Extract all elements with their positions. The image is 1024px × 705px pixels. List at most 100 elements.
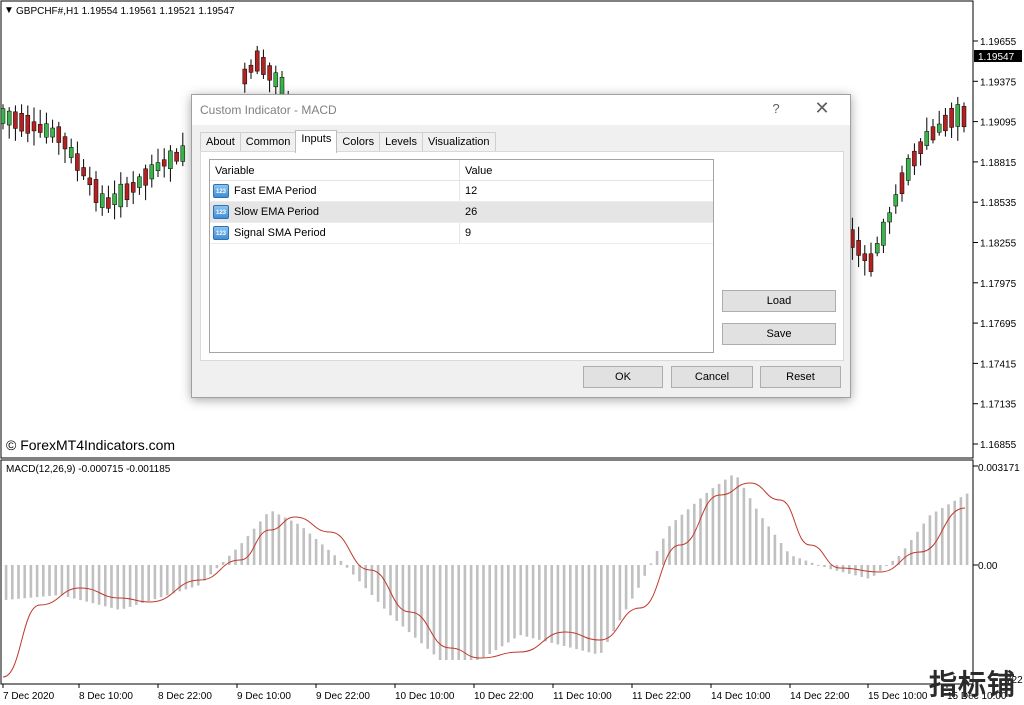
candle-body [99,193,105,208]
value-cell[interactable]: 12 [460,185,713,197]
macd-histogram-bar [879,565,882,571]
macd-histogram-bar [854,565,857,576]
macd-histogram-bar [314,539,318,565]
candle-body [75,153,80,171]
time-axis: 7 Dec 2020 8 Dec 10:00 8 Dec 22:00 9 Dec 10… [2,684,1007,702]
macd-histogram-bar [550,565,553,643]
column-header-value[interactable]: Value [460,160,713,180]
macd-histogram-bar [11,565,14,600]
variable-cell: 123 Fast EMA Period [210,181,460,201]
macd-histogram-bar [445,565,448,660]
macd-histogram-bar [798,558,801,565]
macd-histogram-bar [717,483,721,565]
macd-histogram-bar [779,543,783,565]
candle-body [93,179,99,203]
price-axis-label: 1.18535 [980,198,1017,209]
macd-histogram-bar [228,555,231,565]
macd-histogram-bar [519,565,522,636]
table-row[interactable]: 123 Fast EMA Period 12 [210,181,713,202]
macd-histogram-bar [370,565,374,595]
macd-histogram-bar [395,565,398,621]
candle-body [6,110,12,126]
candle-body [930,126,936,141]
macd-histogram-bar [290,520,293,565]
dialog-titlebar[interactable]: Custom Indicator - MACD ? ✕ [192,95,850,125]
chart-header-arrow: ▼ [4,5,14,16]
time-axis-label: 11 Dec 10:00 [553,691,612,702]
macd-histogram-bar [482,565,485,658]
inputs-panel: Variable Value 123 Fast EMA Period 12 12… [200,151,844,361]
tab-about[interactable]: About [200,132,241,153]
macd-histogram-bar [23,565,26,599]
macd-histogram-bar [4,565,8,600]
candle-body [180,145,186,162]
candle-body [124,183,130,201]
load-button[interactable]: Load [722,290,836,312]
macd-histogram-bar [538,565,541,640]
candle-body [174,151,179,162]
current-price-label: 1.19547 [978,52,1015,63]
macd-histogram-bar [593,565,597,654]
save-button[interactable]: Save [722,323,836,345]
reset-button[interactable]: Reset [760,366,841,388]
macd-histogram-bar [197,565,200,586]
candle-body [912,150,917,167]
macd-histogram-bar [562,565,566,646]
column-header-variable[interactable]: Variable [210,160,460,180]
macd-histogram-bar [891,560,894,565]
macd-histogram [4,475,969,660]
macd-histogram-bar [965,493,969,565]
variable-cell: 123 Signal SMA Period [210,223,460,243]
macd-histogram-bar [841,565,845,573]
macd-histogram-bar [420,565,423,644]
ok-button[interactable]: OK [583,366,663,388]
table-row[interactable]: 123 Slow EMA Period 26 [210,202,713,223]
macd-histogram-bar [259,521,262,565]
tab-common[interactable]: Common [239,132,297,153]
macd-histogram-bar [637,565,640,588]
macd-histogram-bar [352,565,355,575]
close-icon[interactable]: ✕ [812,99,832,117]
tab-colors[interactable]: Colors [336,132,381,153]
candle-body [87,177,93,186]
candle-body [112,193,117,205]
candle-body [44,123,49,138]
candle-body [242,68,248,85]
macd-histogram-bar [463,565,467,660]
macd-histogram-bar [234,549,237,565]
tab-visualization[interactable]: Visualization [421,132,496,153]
table-row[interactable]: 123 Signal SMA Period 9 [210,223,713,244]
candle-body [81,167,86,177]
macd-histogram-bar [128,565,132,607]
macd-histogram-bar [79,565,82,601]
tab-inputs[interactable]: Inputs [295,130,338,153]
macd-histogram-bar [159,565,163,598]
variable-name: Fast EMA Period [234,185,317,197]
candle-body [936,123,942,133]
candle-body [168,150,173,169]
macd-histogram-bar [60,565,64,596]
price-axis-label: 1.17135 [980,400,1017,411]
cancel-button[interactable]: Cancel [671,366,753,388]
macd-histogram-bar [376,565,380,602]
macd-histogram-bar [761,518,764,565]
candle-body [19,113,24,132]
macd-histogram-bar [680,514,684,565]
price-axis-label: 1.18815 [980,158,1017,169]
macd-histogram-bar [618,565,622,621]
price-axis-label: 1.17975 [980,279,1017,290]
macd-histogram-bar [135,565,138,605]
macd-histogram-bar [240,543,243,565]
macd-histogram-bar [414,565,417,638]
time-axis-label: 7 Dec 2020 [3,691,55,702]
tab-levels[interactable]: Levels [379,132,423,153]
candle-body [25,114,31,134]
macd-histogram-bar [271,511,274,565]
candle-body [881,221,886,246]
macd-histogram-bar [916,531,919,565]
value-cell[interactable]: 26 [460,206,713,218]
help-icon[interactable]: ? [768,101,784,116]
symbol-header: GBPCHF#,H1 1.19554 1.19561 1.19521 1.195… [16,6,235,17]
candle-body [143,168,148,186]
value-cell[interactable]: 9 [460,227,713,239]
